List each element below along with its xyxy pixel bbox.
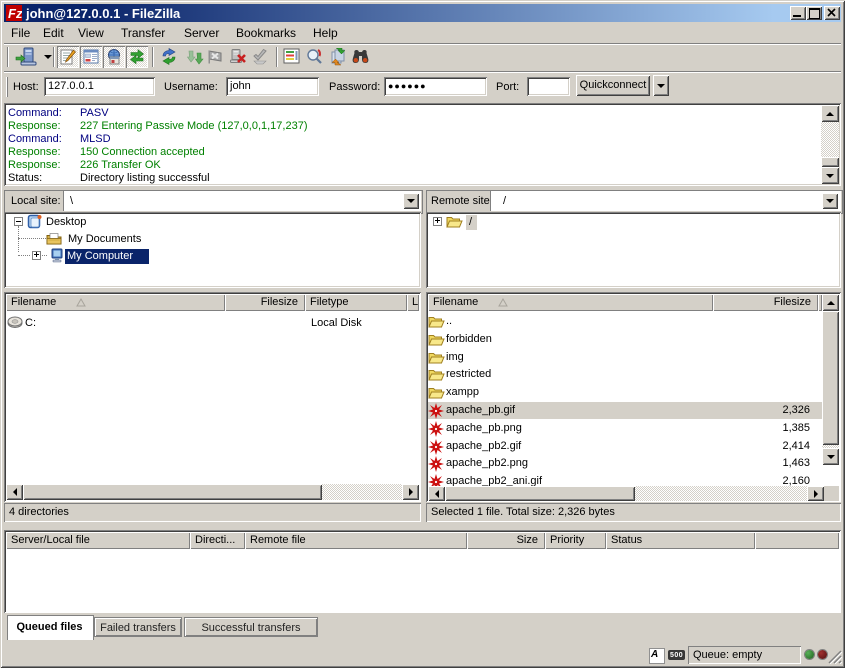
svg-text:Fz: Fz xyxy=(8,6,22,21)
